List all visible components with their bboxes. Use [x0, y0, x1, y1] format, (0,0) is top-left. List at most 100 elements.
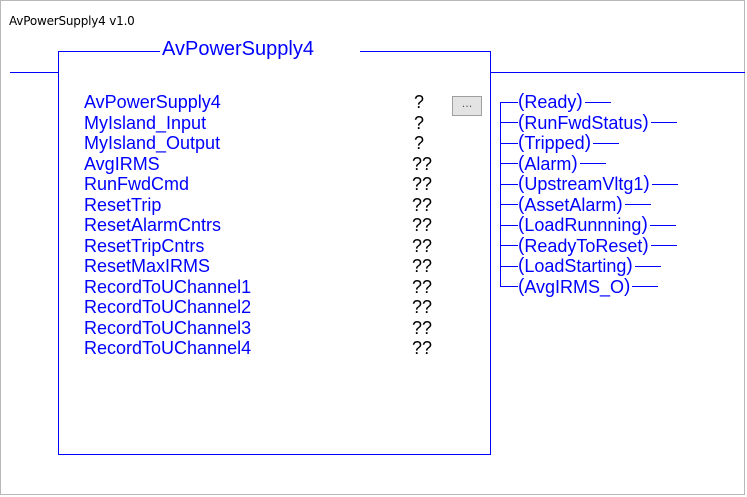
coil-branch-bus	[500, 102, 501, 287]
block-title: AvPowerSupply4	[160, 38, 316, 60]
parameter-name: MyIsland_Output	[84, 133, 221, 153]
parameter-value[interactable]: ??	[412, 195, 432, 216]
coil-close-paren: )	[571, 152, 578, 174]
parameter-row[interactable]: ResetMaxIRMS??	[84, 256, 444, 277]
tag-browse-button[interactable]: ...	[452, 96, 482, 116]
block-top-border-left	[58, 51, 162, 52]
output-coil[interactable]: (Tripped)	[500, 132, 678, 154]
parameter-row[interactable]: RecordToUChannel4??	[84, 338, 444, 359]
output-coil[interactable]: (RunFwdStatus)	[500, 111, 678, 134]
parameter-row[interactable]: RecordToUChannel2??	[84, 297, 444, 318]
parameter-value[interactable]: ??	[412, 297, 432, 318]
coil-tag-name: ReadyToReset	[524, 235, 643, 256]
parameter-row[interactable]: AvgIRMS??	[84, 154, 444, 175]
block-top-border-right	[360, 51, 490, 52]
coil-tail-wire	[632, 286, 659, 288]
coil-close-paren: )	[642, 111, 649, 133]
coil-tag-name: AssetAlarm	[524, 194, 617, 215]
routine-title: AvPowerSupply4 v1.0	[9, 14, 135, 28]
parameter-name: RecordToUChannel4	[84, 338, 252, 358]
parameter-value[interactable]: ??	[412, 215, 432, 236]
coil-tail-wire	[650, 122, 677, 124]
coil-close-paren: )	[576, 91, 583, 112]
parameter-value[interactable]: ??	[412, 256, 432, 277]
coil-tag-name: AvgIRMS_O	[524, 276, 625, 297]
parameter-row[interactable]: ResetTripCntrs??	[84, 236, 444, 257]
parameter-row[interactable]: RecordToUChannel1??	[84, 277, 444, 298]
parameter-name: ResetTripCntrs	[84, 235, 205, 256]
parameter-name: RunFwdCmd	[84, 174, 190, 194]
coil-tail-wire	[650, 245, 677, 247]
parameter-row[interactable]: RecordToUChannel3??	[84, 318, 444, 339]
block-left-border	[58, 51, 59, 455]
parameter-row[interactable]: MyIsland_Output?	[84, 133, 444, 154]
parameter-list: AvPowerSupply4? MyIsland_Input? MyIsland_O…	[84, 92, 444, 359]
coil-lead-wire	[500, 163, 518, 165]
parameter-value[interactable]: ??	[412, 338, 432, 359]
output-coil[interactable]: (Ready)	[500, 91, 678, 113]
parameter-row[interactable]: RunFwdCmd??	[84, 174, 444, 195]
coil-tag-name: Tripped	[524, 133, 585, 153]
output-coil[interactable]: (LoadRunnning)	[500, 214, 678, 236]
coil-lead-wire	[500, 142, 518, 144]
coil-tag-name: RunFwdStatus	[524, 112, 643, 133]
coil-lead-wire	[500, 101, 518, 103]
coil-close-paren: )	[642, 234, 649, 256]
rung-right-wire	[490, 72, 745, 73]
coil-tail-wire	[649, 224, 676, 226]
parameter-value[interactable]: ?	[414, 133, 424, 154]
output-coil-list: (Ready)(RunFwdStatus)(Tripped)(Alarm)(Up…	[500, 91, 678, 298]
coil-tail-wire	[593, 142, 620, 144]
coil-lead-wire	[500, 286, 518, 288]
output-coil[interactable]: (UpstreamVltg1)	[500, 173, 678, 195]
block-bottom-border	[58, 454, 491, 455]
parameter-name: RecordToUChannel2	[84, 297, 252, 317]
parameter-name: AvPowerSupply4	[84, 92, 221, 112]
coil-tag-name: LoadRunnning	[524, 215, 642, 235]
coil-tail-wire	[634, 265, 661, 267]
parameter-value[interactable]: ?	[414, 113, 424, 134]
coil-lead-wire	[500, 245, 518, 247]
output-coil[interactable]: (AvgIRMS_O)	[500, 275, 678, 298]
parameter-row[interactable]: ResetTrip??	[84, 195, 444, 216]
parameter-value[interactable]: ?	[414, 92, 424, 113]
parameter-name: RecordToUChannel3	[84, 317, 252, 338]
parameter-value[interactable]: ??	[412, 277, 432, 298]
parameter-value[interactable]: ??	[412, 174, 432, 195]
coil-tail-wire	[624, 204, 651, 206]
parameter-name: ResetTrip	[84, 194, 162, 215]
coil-tail-wire	[651, 183, 678, 185]
parameter-row[interactable]: ResetAlarmCntrs??	[84, 215, 444, 236]
parameter-name: RecordToUChannel1	[84, 276, 252, 297]
parameter-name: MyIsland_Input	[84, 112, 207, 133]
output-coil[interactable]: (AssetAlarm)	[500, 193, 678, 216]
parameter-row[interactable]: AvPowerSupply4?	[84, 92, 444, 113]
coil-tail-wire	[579, 163, 606, 165]
coil-close-paren: )	[643, 173, 650, 194]
coil-lead-wire	[500, 224, 518, 226]
coil-close-paren: )	[641, 214, 648, 235]
parameter-row[interactable]: MyIsland_Input?	[84, 113, 444, 134]
coil-lead-wire	[500, 204, 518, 206]
coil-tag-name: LoadStarting	[524, 256, 627, 276]
parameter-name: ResetAlarmCntrs	[84, 215, 222, 235]
rung-left-wire	[10, 72, 58, 73]
output-coil[interactable]: (LoadStarting)	[500, 255, 678, 277]
parameter-value[interactable]: ??	[412, 318, 432, 339]
coil-tag-name: UpstreamVltg1	[524, 174, 644, 194]
coil-close-paren: )	[616, 193, 623, 215]
coil-lead-wire	[500, 122, 518, 124]
coil-close-paren: )	[624, 275, 631, 297]
parameter-value[interactable]: ??	[412, 236, 432, 257]
coil-tag-name: Alarm	[524, 153, 572, 174]
coil-lead-wire	[500, 265, 518, 267]
parameter-value[interactable]: ??	[412, 154, 432, 175]
coil-tag-name: Ready	[524, 92, 577, 112]
output-coil[interactable]: (ReadyToReset)	[500, 234, 678, 257]
coil-close-paren: )	[626, 255, 633, 276]
coil-lead-wire	[500, 183, 518, 185]
parameter-name: AvgIRMS	[84, 153, 160, 174]
block-right-border	[490, 51, 491, 455]
output-coil[interactable]: (Alarm)	[500, 152, 678, 175]
coil-close-paren: )	[584, 132, 592, 153]
